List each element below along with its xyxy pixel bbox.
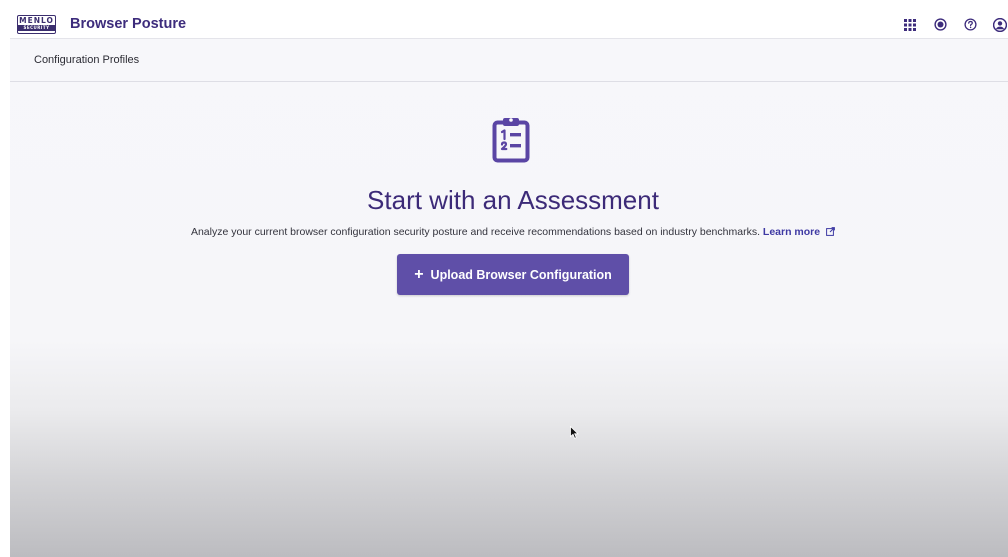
logo-subtext: SECURITY: [18, 25, 55, 31]
clipboard-list-icon: [488, 116, 534, 164]
external-link-icon[interactable]: [826, 227, 835, 239]
top-navigation-bar: MENLO SECURITY Browser Posture: [10, 10, 1008, 39]
upload-browser-configuration-button[interactable]: + Upload Browser Configuration: [397, 254, 629, 295]
empty-state-title: Start with an Assessment: [367, 185, 659, 215]
breadcrumb-bar: Configuration Profiles: [10, 39, 1008, 82]
menlo-security-logo[interactable]: MENLO SECURITY: [17, 14, 56, 34]
empty-state-description: Analyze your current browser configurati…: [10, 226, 1008, 239]
mouse-cursor-icon: [570, 425, 579, 439]
header-actions: [902, 10, 1008, 39]
apps-grid-icon[interactable]: [902, 17, 918, 33]
app-title: Browser Posture: [70, 16, 187, 32]
upload-button-label: Upload Browser Configuration: [430, 267, 612, 282]
description-text: Analyze your current browser configurati…: [190, 226, 760, 238]
user-account-icon[interactable]: [992, 17, 1008, 33]
app-window: MENLO SECURITY Browser Posture Configura…: [10, 10, 1008, 557]
help-icon[interactable]: [962, 17, 978, 33]
plus-icon: +: [414, 265, 424, 283]
logo-text: MENLO: [19, 16, 54, 25]
breadcrumb[interactable]: Configuration Profiles: [34, 54, 139, 66]
notification-icon[interactable]: [932, 17, 948, 33]
learn-more-link[interactable]: Learn more: [763, 226, 820, 238]
